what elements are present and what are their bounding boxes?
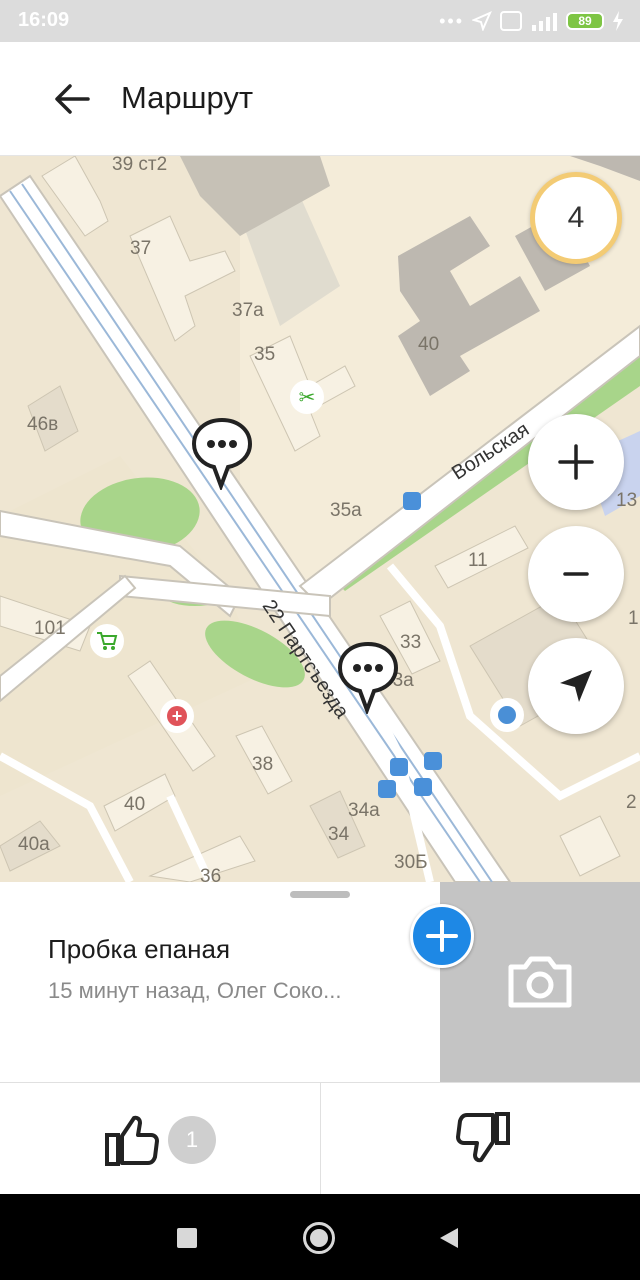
minus-icon	[563, 572, 589, 576]
pharmacy-icon[interactable]: +	[160, 699, 194, 733]
building-label: 30Б	[394, 852, 428, 873]
building-label: 39 ст2	[112, 156, 168, 175]
status-icons: ••• 89	[439, 8, 624, 34]
building-label: 33	[400, 632, 422, 653]
back-nav-icon[interactable]	[438, 1226, 460, 1250]
event-title: Пробка епаная	[48, 934, 231, 964]
page-title: Маршрут	[121, 80, 254, 115]
building-label: 11	[468, 550, 488, 571]
app-bar: Маршрут	[0, 42, 640, 156]
recents-button[interactable]	[177, 1228, 197, 1248]
building-label: 46в	[27, 414, 59, 435]
system-nav-bar	[0, 1194, 640, 1280]
road-event-marker[interactable]	[336, 640, 400, 716]
building-label: 38	[252, 754, 274, 775]
signal-icon	[532, 13, 557, 31]
thumbs-down-icon	[456, 1112, 510, 1163]
bus-stop-icon[interactable]	[378, 780, 396, 798]
arrow-left-icon	[55, 84, 90, 114]
building-label: 34	[328, 824, 350, 845]
battery-icon: 89	[566, 12, 604, 30]
bus-stop-icon[interactable]	[390, 758, 408, 776]
zoom-out-button[interactable]	[528, 526, 624, 622]
bus-stop-icon[interactable]	[424, 752, 442, 770]
chat-bubble-icon	[191, 417, 253, 492]
add-comment-button[interactable]	[410, 904, 474, 968]
dislike-button[interactable]	[321, 1083, 640, 1195]
my-location-button[interactable]	[528, 638, 624, 734]
charging-icon	[613, 11, 623, 31]
add-photo-button[interactable]	[440, 882, 640, 1082]
building-label: 36	[200, 866, 222, 882]
building-label: 13	[616, 490, 638, 511]
hairdresser-icon[interactable]: ✂	[290, 380, 324, 414]
thumbs-up-icon	[105, 1115, 159, 1166]
battery-level: 89	[578, 14, 592, 28]
globe-poi-icon[interactable]	[490, 698, 524, 732]
sheet-drag-handle[interactable]	[290, 891, 350, 898]
location-icon	[472, 11, 492, 31]
event-card[interactable]: Пробка епаная 15 минут назад, Олег Соко.…	[0, 882, 640, 1082]
volte-icon	[500, 11, 522, 31]
home-button[interactable]	[303, 1222, 335, 1254]
building-label: 35	[254, 344, 276, 365]
building-label: 35а	[330, 500, 362, 521]
building-label: 1	[628, 608, 639, 629]
building-label: 34а	[348, 800, 380, 821]
chat-bubble-icon	[337, 641, 399, 716]
navigation-arrow-icon	[560, 670, 592, 702]
plus-icon	[558, 444, 594, 480]
zoom-in-button[interactable]	[528, 414, 624, 510]
map-view[interactable]: 39 ст2 37 37а 35 40 46в 35а 13 11 101 33…	[0, 156, 640, 882]
status-bar: 16:09 ••• 89	[0, 0, 640, 42]
notification-dots-icon: •••	[439, 10, 464, 31]
like-count-badge: 1	[168, 1116, 216, 1164]
camera-icon	[508, 956, 572, 1008]
building-label: 40	[418, 334, 440, 355]
building-label: 37	[130, 238, 152, 259]
vote-bar	[0, 1082, 640, 1195]
back-button[interactable]	[40, 70, 104, 128]
building-label: 37а	[232, 300, 264, 321]
plus-icon	[426, 920, 458, 952]
building-label: 40а	[18, 834, 50, 855]
shop-cart-icon[interactable]	[90, 624, 124, 658]
status-time: 16:09	[18, 9, 70, 31]
layers-count-button[interactable]: 4	[530, 172, 622, 264]
event-meta: 15 минут назад, Олег Соко...	[48, 978, 342, 1003]
bus-stop-icon[interactable]	[414, 778, 432, 796]
building-label: 2	[626, 792, 637, 813]
building-label: 101	[34, 618, 66, 639]
bus-stop-icon[interactable]	[403, 492, 421, 510]
map-canvas	[0, 156, 640, 882]
building-label: 40	[124, 794, 146, 815]
like-button[interactable]	[0, 1083, 320, 1195]
road-event-marker[interactable]	[190, 416, 254, 492]
